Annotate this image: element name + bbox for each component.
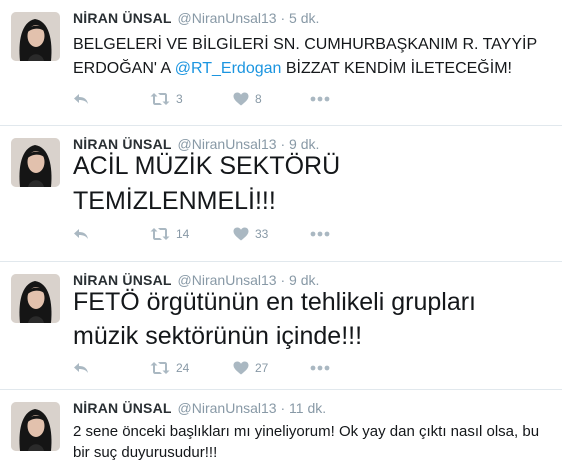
tweet-text: 2 sene önceki başlıkları mı yineliyorum!… [73, 423, 540, 461]
avatar[interactable] [11, 138, 60, 187]
reply-button[interactable] [73, 224, 89, 244]
like-count: 27 [255, 361, 269, 375]
separator-dot: · [280, 10, 286, 26]
tweet-header: NİRAN ÜNSAL @NiranUnsal13 · 5 dk. [73, 9, 319, 27]
fullname[interactable]: NİRAN ÜNSAL [73, 400, 172, 416]
fullname[interactable]: NİRAN ÜNSAL [73, 10, 172, 26]
retweet-count: 14 [176, 227, 190, 241]
more-button[interactable] [310, 89, 330, 109]
avatar[interactable] [11, 12, 60, 61]
avatar[interactable] [11, 274, 60, 323]
like-button[interactable]: 33 [233, 224, 268, 244]
tweet-text: BELGELERİ VE BİLGİLERİ SN. CUMHURBAŞKANI… [73, 33, 554, 81]
timestamp[interactable]: 11 dk. [289, 400, 326, 416]
more-button[interactable] [310, 224, 330, 244]
reply-icon [74, 363, 88, 373]
heart-icon [233, 92, 249, 106]
tweet-text: ACİL MÜZİK SEKTÖRÜ TEMİZLENMELİ!!! [73, 152, 341, 215]
tweet[interactable]: NİRAN ÜNSAL @NiranUnsal13 · 11 dk. 2 sen… [0, 390, 562, 474]
username[interactable]: @NiranUnsal13 [178, 10, 277, 26]
retweet-count: 24 [176, 361, 190, 375]
tweet-text-part: BİZZAT KENDİM İLETECEĞİM! [281, 60, 512, 77]
tweet[interactable]: NİRAN ÜNSAL @NiranUnsal13 · 9 dk. FETÖ ö… [0, 262, 562, 390]
tweet[interactable]: NİRAN ÜNSAL @NiranUnsal13 · 5 dk. BELGEL… [0, 0, 562, 126]
retweet-button[interactable]: 14 [150, 224, 189, 244]
retweet-icon [150, 228, 170, 240]
tweet[interactable]: NİRAN ÜNSAL @NiranUnsal13 · 9 dk. ACİL M… [0, 126, 562, 262]
retweet-button[interactable]: 24 [150, 358, 189, 378]
heart-icon [233, 361, 249, 375]
tweet-header: NİRAN ÜNSAL @NiranUnsal13 · 11 dk. [73, 399, 326, 417]
like-count: 8 [255, 92, 262, 106]
like-count: 33 [255, 227, 269, 241]
timestamp[interactable]: 5 dk. [289, 10, 319, 26]
avatar[interactable] [11, 402, 60, 451]
retweet-button[interactable]: 3 [150, 89, 183, 109]
like-button[interactable]: 27 [233, 358, 268, 378]
reply-button[interactable] [73, 89, 89, 109]
tweet-text: FETÖ örgütünün en tehlikeli grupları müz… [73, 288, 476, 350]
heart-icon [233, 227, 249, 241]
reply-icon [74, 229, 88, 239]
reply-button[interactable] [73, 358, 89, 378]
separator-dot: · [280, 400, 286, 416]
tweet-timeline: NİRAN ÜNSAL @NiranUnsal13 · 5 dk. BELGEL… [0, 0, 562, 474]
retweet-icon [150, 362, 170, 374]
more-icon [310, 231, 330, 237]
more-button[interactable] [310, 358, 330, 378]
mention-link[interactable]: @RT_Erdogan [175, 60, 282, 77]
retweet-icon [150, 93, 170, 105]
like-button[interactable]: 8 [233, 89, 262, 109]
username[interactable]: @NiranUnsal13 [178, 400, 277, 416]
reply-icon [74, 94, 88, 104]
more-icon [310, 96, 330, 102]
retweet-count: 3 [176, 92, 183, 106]
more-icon [310, 365, 330, 371]
